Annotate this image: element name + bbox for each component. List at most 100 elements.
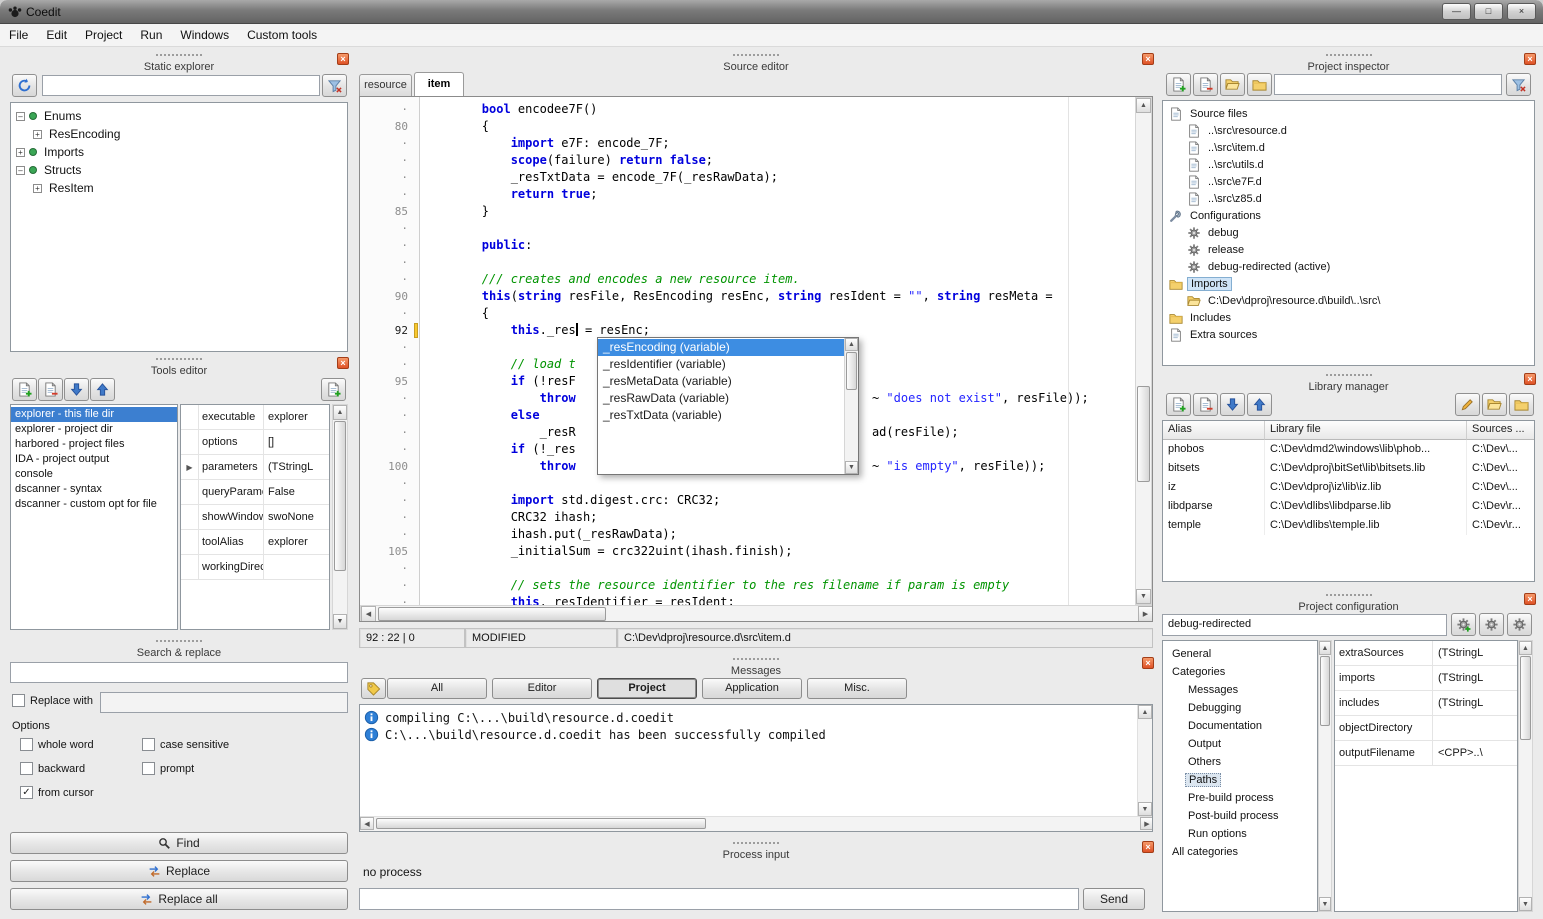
process-input-field[interactable] [359,888,1079,910]
property-row[interactable]: queryParametFalse [181,480,329,505]
filter-all-button[interactable]: All [387,678,487,699]
category-item[interactable]: Messages [1163,681,1317,699]
send-button[interactable]: Send [1083,888,1145,910]
category-item[interactable]: Post-build process [1163,807,1317,825]
scroll-left-arrow[interactable]: ◀ [361,606,376,622]
property-row[interactable]: objectDirectory [1335,716,1517,741]
option-whole-word[interactable]: whole word [20,738,94,751]
dock-grip[interactable] [156,640,202,642]
inspector-filter-input[interactable] [1274,74,1502,95]
tree-item[interactable]: ..\src\z85.d [1163,190,1534,207]
property-row[interactable]: extraSources(TStringL [1335,641,1517,666]
property-row[interactable]: executableexplorer [181,405,329,430]
add-configuration-button[interactable] [1451,613,1476,636]
completion-item[interactable]: _resEncoding (variable) [598,339,844,356]
scroll-down-arrow[interactable]: ▼ [333,614,347,629]
scroll-thumb[interactable] [1137,386,1150,482]
expand-box[interactable]: + [33,130,42,139]
menu-file[interactable]: File [0,24,37,46]
tree-item[interactable]: +ResEncoding [11,125,347,143]
tool-item[interactable]: explorer - this file dir [11,407,177,422]
close-button[interactable]: × [1507,3,1536,20]
scroll-up-arrow[interactable]: ▲ [333,405,347,420]
category-item[interactable]: Others [1163,753,1317,771]
message-item[interactable]: compiling C:\...\build\resource.d.coedit [364,709,1132,726]
menu-run[interactable]: Run [131,24,171,46]
configuration-category-tree[interactable]: GeneralCategoriesMessagesDebuggingDocume… [1162,640,1318,912]
message-item[interactable]: C:\...\build\resource.d.coedit has been … [364,726,1132,743]
dock-grip[interactable] [1326,374,1372,376]
completion-list[interactable]: _resEncoding (variable)_resIdentifier (v… [598,339,844,473]
close-panel-button[interactable]: × [1142,53,1154,65]
library-table[interactable]: AliasLibrary fileSources ... phobosC:\De… [1162,420,1535,582]
tree-item[interactable]: Configurations [1163,207,1534,224]
open-library-file-button[interactable] [1482,393,1507,416]
scroll-thumb[interactable] [376,818,706,829]
dock-grip[interactable] [156,358,202,360]
completion-item[interactable]: _resIdentifier (variable) [598,356,844,373]
property-row[interactable]: workingDirect [181,555,329,580]
symbol-tree[interactable]: –Enums+ResEncoding+Imports–Structs+ResIt… [10,102,348,352]
category-item[interactable]: Documentation [1163,717,1317,735]
completion-item[interactable]: _resMetaData (variable) [598,373,844,390]
filter-editor-button[interactable]: Editor [492,678,592,699]
close-panel-button[interactable]: × [1142,841,1154,853]
tree-item[interactable]: Source files [1163,105,1534,122]
close-panel-button[interactable]: × [1142,657,1154,669]
tree-item[interactable]: ..\src\e7F.d [1163,173,1534,190]
option-prompt[interactable]: prompt [142,762,194,775]
tree-item[interactable]: ..\src\resource.d [1163,122,1534,139]
editor-hscrollbar[interactable]: ◀ ▶ [360,605,1153,622]
tree-item[interactable]: debug-redirected (active) [1163,258,1534,275]
category-item[interactable]: General [1163,645,1317,663]
configuration-selector[interactable]: debug-redirected [1162,614,1447,636]
tree-item[interactable]: Imports [1163,275,1534,292]
dock-grip[interactable] [1326,594,1372,596]
tree-item[interactable]: ..\src\item.d [1163,139,1534,156]
category-item[interactable]: Pre-build process [1163,789,1317,807]
tool-item[interactable]: harbored - project files [11,437,177,452]
move-tool-up-button[interactable] [90,378,115,401]
move-library-up-button[interactable] [1247,393,1272,416]
remove-library-button[interactable] [1193,393,1218,416]
messages-vscrollbar[interactable]: ▲ ▼ [1137,705,1152,816]
collapse-box[interactable]: – [16,112,25,121]
filter-misc-button[interactable]: Misc. [807,678,907,699]
tool-property-grid[interactable]: executableexploreroptions[]▶parameters(T… [180,404,330,630]
scroll-up-arrow[interactable]: ▲ [1319,641,1331,655]
add-tool-button[interactable] [12,378,37,401]
library-row[interactable]: phobosC:\Dev\dmd2\windows\lib\phob...C:\… [1163,440,1534,459]
menu-project[interactable]: Project [76,24,131,46]
option-backward[interactable]: backward [20,762,85,775]
tab-resource[interactable]: resource [359,74,412,96]
library-row[interactable]: izC:\Dev\dproj\iz\lib\iz.libC:\Dev\... [1163,478,1534,497]
minimize-button[interactable]: — [1442,3,1471,20]
scroll-up-arrow[interactable]: ▲ [1138,705,1152,719]
tree-item[interactable]: release [1163,241,1534,258]
scroll-thumb[interactable] [1520,656,1531,740]
scroll-thumb[interactable] [378,607,606,621]
checkbox[interactable] [142,762,155,775]
column-header-sources[interactable]: Sources ... [1467,421,1535,440]
run-tool-button[interactable] [321,378,346,401]
completion-scrollbar[interactable]: ▲ ▼ [844,338,858,474]
category-item[interactable]: Debugging [1163,699,1317,717]
property-row[interactable]: ▶parameters(TStringL [181,455,329,480]
property-row[interactable]: includes(TStringL [1335,691,1517,716]
remove-tool-button[interactable] [38,378,63,401]
column-header-alias[interactable]: Alias [1163,421,1265,440]
filter-project-button[interactable]: Project [597,678,697,699]
refresh-button[interactable] [12,74,37,97]
folder-button[interactable] [1247,73,1272,96]
completion-item[interactable]: _resTxtData (variable) [598,407,844,424]
library-row[interactable]: bitsetsC:\Dev\dproj\bitSet\lib\bitsets.l… [1163,459,1534,478]
scroll-thumb[interactable] [334,421,346,571]
scroll-up-arrow[interactable]: ▲ [845,338,858,351]
replace-combobox[interactable] [100,692,348,713]
add-library-button[interactable] [1166,393,1191,416]
close-panel-button[interactable]: × [337,357,349,369]
tab-item[interactable]: item [414,72,464,96]
checkbox[interactable] [20,738,33,751]
scroll-down-arrow[interactable]: ▼ [1519,897,1532,911]
message-tools-button[interactable] [361,678,386,699]
